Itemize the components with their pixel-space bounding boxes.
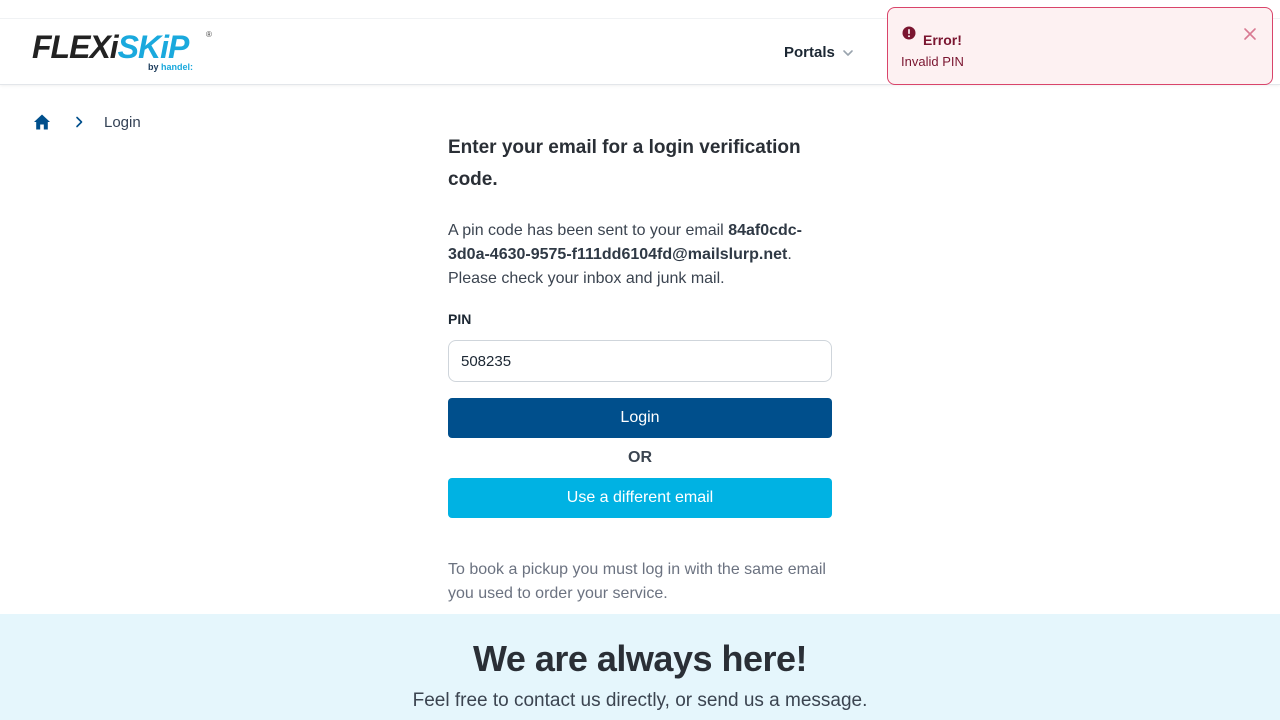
flexiskip-logo[interactable]: FLEXiSKiP ® by handel: [32, 30, 212, 74]
chevron-down-icon [843, 49, 853, 56]
pin-label: PIN [448, 311, 472, 327]
logo-part-flexi: FLEXi [32, 29, 119, 65]
page-title: Enter your email for a login verificatio… [448, 137, 801, 190]
login-verification-panel: Enter your email for a login verificatio… [448, 132, 832, 606]
close-icon[interactable] [1242, 26, 1258, 42]
footer-subtitle: Feel free to contact us directly, or sen… [412, 690, 868, 711]
pin-input[interactable] [448, 340, 832, 382]
breadcrumb: Login [32, 112, 141, 132]
or-divider: OR [628, 449, 652, 466]
logo-byline: by handel: [148, 62, 193, 72]
exclamation-circle-icon [902, 26, 916, 40]
error-toast: Error! Invalid PIN [887, 7, 1273, 85]
logo-part-skip: SKiP [117, 29, 190, 65]
login-button[interactable]: Login [448, 398, 832, 438]
nav-portals-label: Portals [784, 44, 835, 61]
toast-message: Invalid PIN [901, 54, 964, 69]
breadcrumb-current: Login [104, 113, 141, 131]
chevron-right-icon [76, 116, 83, 128]
use-different-email-button[interactable]: Use a different email [448, 478, 832, 518]
logo-wordmark: FLEXiSKiP [32, 30, 212, 64]
logo-byline-prefix: by [148, 62, 162, 72]
nav-portals-dropdown[interactable]: Portals [784, 44, 855, 61]
footer-title: We are always here! [472, 638, 808, 679]
toast-title: Error! [923, 32, 962, 48]
pin-sent-message: A pin code has been sent to your email 8… [448, 219, 832, 291]
logo-registered-mark: ® [206, 30, 212, 39]
pickup-login-note: To book a pickup you must log in with th… [448, 561, 826, 602]
home-icon[interactable] [32, 112, 52, 132]
contact-footer: We are always here! Feel free to contact… [0, 614, 1280, 720]
logo-byline-brand: handel: [161, 62, 194, 72]
intro-prefix: A pin code has been sent to your email [448, 222, 729, 239]
